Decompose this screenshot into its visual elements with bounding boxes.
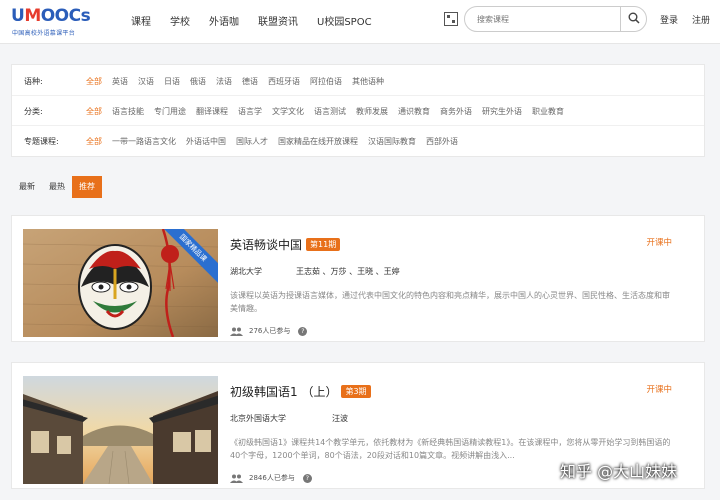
divider xyxy=(12,95,704,96)
filter-panel: 语种: 全部 英语 汉语 日语 俄语 法语 德语 西班牙语 阿拉伯语 其他语种 … xyxy=(11,64,705,157)
nav-schools[interactable]: 学校 xyxy=(170,13,190,28)
participant-count: 2846人已参与 xyxy=(249,474,295,482)
logo-title: UMOOCs xyxy=(11,6,91,26)
filter-option[interactable]: 外语话中国 xyxy=(186,136,226,147)
nav-spoc[interactable]: U校园SPOC xyxy=(317,13,372,28)
main-nav: 课程 学校 外语咖 联盟资讯 U校园SPOC xyxy=(131,13,391,28)
filter-option[interactable]: 文学文化 xyxy=(272,106,304,117)
course-school[interactable]: 湖北大学 xyxy=(230,266,262,277)
search-input[interactable] xyxy=(477,12,617,26)
filter-option[interactable]: 汉语 xyxy=(138,76,154,87)
qr-code-icon[interactable] xyxy=(444,12,458,26)
term-badge: 第3期 xyxy=(341,385,371,398)
course-status: 开课中 xyxy=(646,238,672,248)
course-meta: 2846人已参与 ? xyxy=(230,473,312,483)
people-icon xyxy=(230,474,243,483)
course-school[interactable]: 北京外国语大学 xyxy=(230,413,286,424)
top-header: UMOOCs 中国高校外语慕课平台 课程 学校 外语咖 联盟资讯 U校园SPOC… xyxy=(0,0,720,44)
filter-row-category: 分类: 全部 语言技能 专门用途 翻译课程 语言学 文学文化 语言测试 教师发展… xyxy=(24,103,574,119)
filter-label: 专题课程: xyxy=(24,136,59,146)
filter-option[interactable]: 全部 xyxy=(86,136,102,147)
filter-option[interactable]: 日语 xyxy=(164,76,180,87)
filter-option[interactable]: 法语 xyxy=(216,76,232,87)
course-thumbnail-opera-mask[interactable]: 国家精品课 xyxy=(23,229,218,337)
filter-option[interactable]: 专门用途 xyxy=(154,106,186,117)
search-box xyxy=(464,6,647,32)
filter-label: 语种: xyxy=(24,76,43,86)
filter-option[interactable]: 阿拉伯语 xyxy=(310,76,342,87)
filter-row-special: 专题课程: 全部 一带一路语言文化 外语话中国 国际人才 国家精品在线开放课程 … xyxy=(24,133,468,149)
course-title[interactable]: 初级韩国语1 （上） 第3期 xyxy=(230,383,371,400)
course-title-text[interactable]: 初级韩国语1 （上） xyxy=(230,383,337,400)
filter-option[interactable]: 教师发展 xyxy=(356,106,388,117)
filter-option[interactable]: 西班牙语 xyxy=(268,76,300,87)
umoocs-logo[interactable]: UMOOCs 中国高校外语慕课平台 xyxy=(11,6,93,38)
filter-option[interactable]: 商务外语 xyxy=(440,106,472,117)
filter-option[interactable]: 英语 xyxy=(112,76,128,87)
tab-hottest[interactable]: 最热 xyxy=(42,176,72,198)
filter-option[interactable]: 国家精品在线开放课程 xyxy=(278,136,358,147)
filter-option[interactable]: 西部外语 xyxy=(426,136,458,147)
filter-row-language: 语种: 全部 英语 汉语 日语 俄语 法语 德语 西班牙语 阿拉伯语 其他语种 xyxy=(24,73,394,89)
course-card[interactable]: 国家精品课 英语畅谈中国 第11期 开课中 湖北大学 王志茹 、万莎 、王晓 、… xyxy=(11,215,705,342)
search-button[interactable] xyxy=(620,6,646,32)
search-icon xyxy=(628,12,640,24)
login-link[interactable]: 登录 xyxy=(660,13,678,26)
filter-option[interactable]: 职业教育 xyxy=(532,106,564,117)
course-status: 开课中 xyxy=(646,385,672,395)
nav-courses[interactable]: 课程 xyxy=(131,13,151,28)
help-icon[interactable]: ? xyxy=(298,326,308,336)
course-teachers: 王志茹 、万莎 、王晓 、王婷 xyxy=(296,267,400,276)
course-teachers: 汪波 xyxy=(332,414,348,423)
sort-tabs: 最新 最热 推荐 xyxy=(12,176,102,198)
people-icon xyxy=(230,327,243,336)
course-thumbnail-hanok-street[interactable] xyxy=(23,376,218,484)
course-title[interactable]: 英语畅谈中国 第11期 xyxy=(230,236,341,253)
filter-label: 分类: xyxy=(24,106,43,116)
divider xyxy=(12,125,704,126)
nav-news[interactable]: 联盟资讯 xyxy=(258,13,298,28)
logo-subtitle: 中国高校外语慕课平台 xyxy=(12,30,76,37)
course-description: 该课程以英语为授课语言媒体，通过代表中国文化的特色内容和亮点精华，展示中国人的心… xyxy=(230,291,670,313)
course-title-text[interactable]: 英语畅谈中国 xyxy=(230,236,302,253)
help-icon[interactable]: ? xyxy=(302,473,312,483)
term-badge: 第11期 xyxy=(306,238,341,251)
filter-option[interactable]: 语言技能 xyxy=(112,106,144,117)
filter-option[interactable]: 通识教育 xyxy=(398,106,430,117)
participant-count: 276人已参与 xyxy=(249,327,291,335)
filter-option[interactable]: 国际人才 xyxy=(236,136,268,147)
course-meta: 276人已参与 ? xyxy=(230,326,308,336)
filter-option[interactable]: 全部 xyxy=(86,76,102,87)
zhihu-watermark: 知乎 @大山妹妹 xyxy=(560,462,678,481)
filter-option[interactable]: 翻译课程 xyxy=(196,106,228,117)
filter-option[interactable]: 全部 xyxy=(86,106,102,117)
filter-option[interactable]: 俄语 xyxy=(190,76,206,87)
filter-option[interactable]: 研究生外语 xyxy=(482,106,522,117)
hanok-street-image xyxy=(23,376,218,484)
filter-option[interactable]: 语言测试 xyxy=(314,106,346,117)
filter-option[interactable]: 德语 xyxy=(242,76,258,87)
tab-recommended[interactable]: 推荐 xyxy=(72,176,102,198)
filter-option[interactable]: 其他语种 xyxy=(352,76,384,87)
register-link[interactable]: 注册 xyxy=(692,13,710,26)
tab-latest[interactable]: 最新 xyxy=(12,176,42,198)
filter-option[interactable]: 语言学 xyxy=(238,106,262,117)
filter-option[interactable]: 一带一路语言文化 xyxy=(112,136,176,147)
nav-cafe[interactable]: 外语咖 xyxy=(209,13,239,28)
filter-option[interactable]: 汉语国际教育 xyxy=(368,136,416,147)
